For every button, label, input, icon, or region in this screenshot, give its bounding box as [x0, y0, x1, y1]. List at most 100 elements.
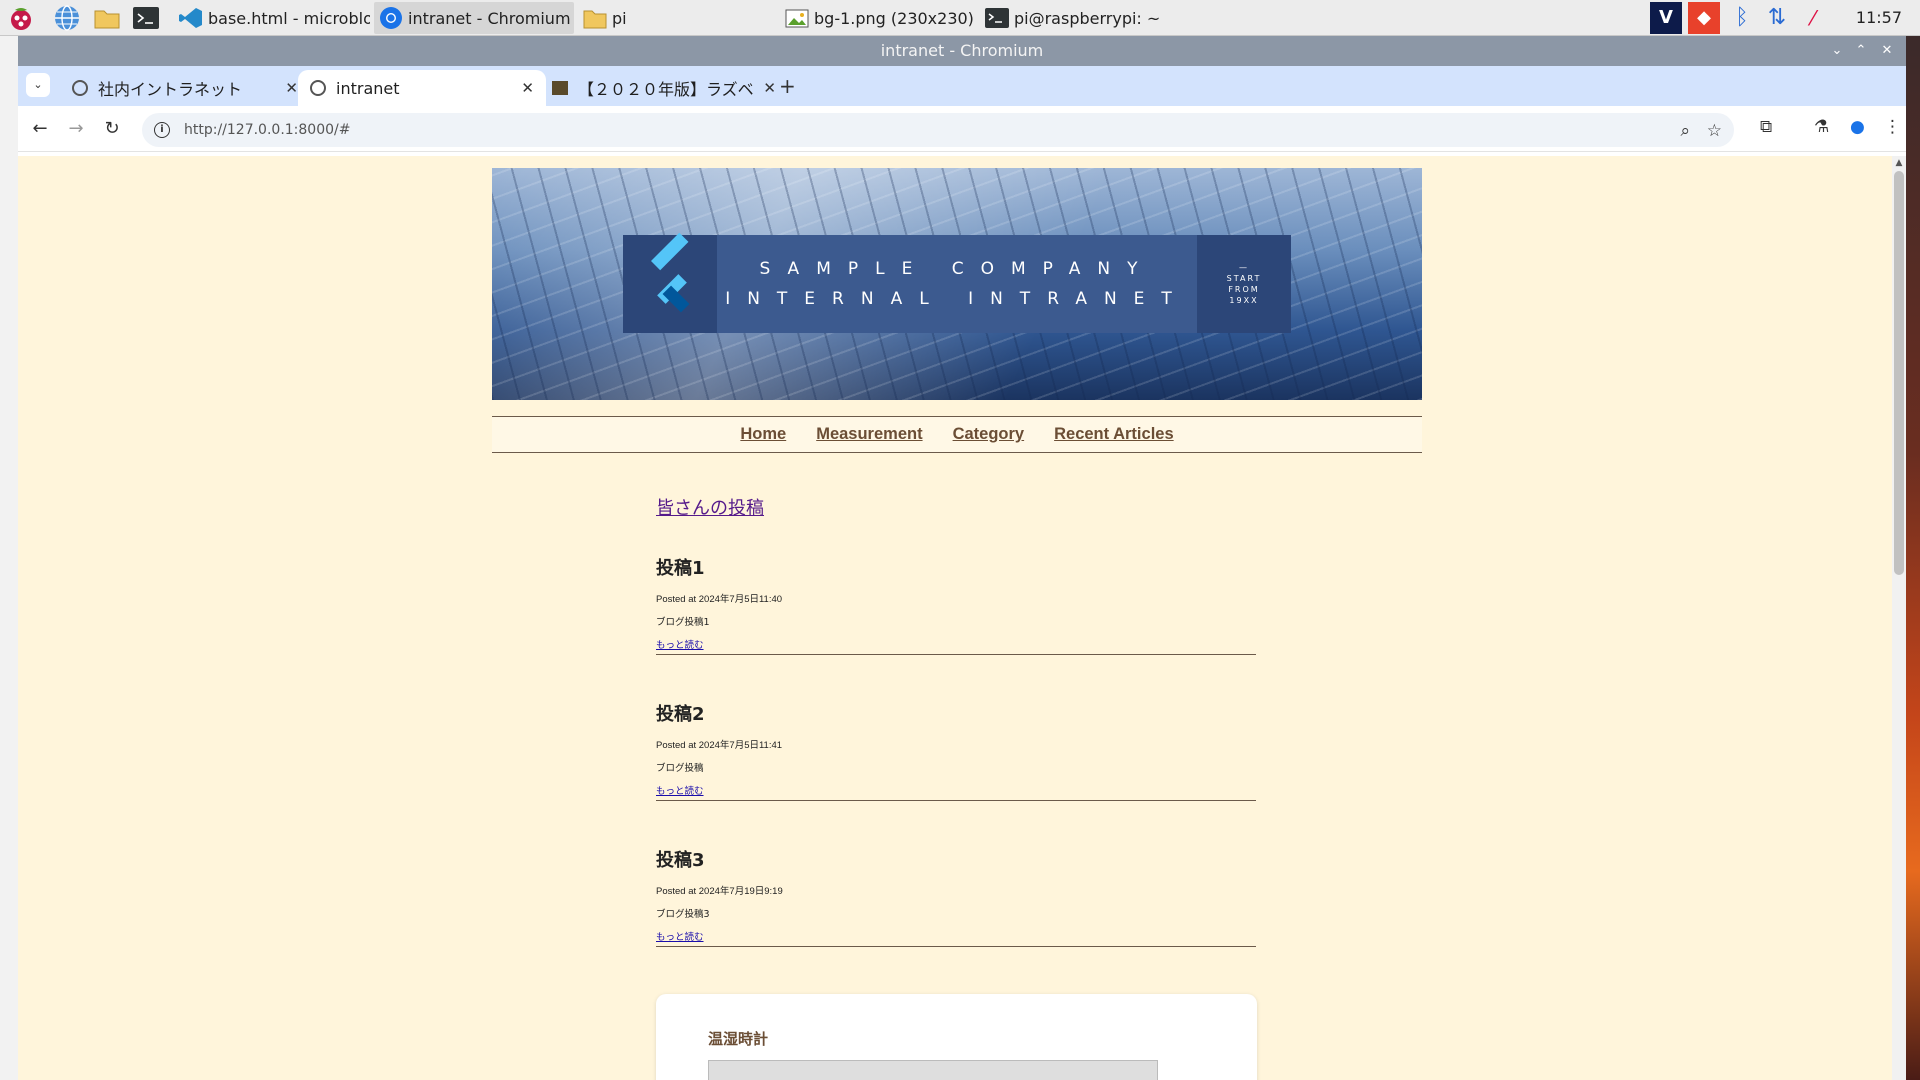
logo-side-line-1: START: [1226, 274, 1262, 283]
labs-flask-icon[interactable]: ⚗: [1814, 117, 1829, 137]
company-logo: SAMPLE COMPANY INTERNAL INTRANET — START…: [623, 232, 1291, 333]
url-text[interactable]: http://127.0.0.1:8000/#: [184, 113, 350, 147]
clock[interactable]: 11:57: [1856, 0, 1902, 36]
tab-search-chevron-icon[interactable]: ⌄: [26, 73, 50, 97]
raspberry-menu-icon[interactable]: [6, 3, 36, 33]
task-label: bg-1.png (230x230) ...: [814, 8, 974, 28]
task-image-viewer[interactable]: bg-1.png (230x230) ...: [780, 2, 974, 34]
reload-icon[interactable]: ↻: [100, 117, 124, 141]
vnc-icon[interactable]: V: [1650, 2, 1682, 34]
browser-toolbar: ← → ↻ i http://127.0.0.1:8000/# ⌕ ☆ ⧉ ⚗ …: [18, 106, 1906, 152]
chromium-window: intranet - Chromium ⌄ ⌃ ✕ ⌄ 社内イントラネット ✕ …: [18, 36, 1906, 1080]
globe-icon: [72, 80, 88, 96]
logo-side-line-3: 19XX: [1229, 296, 1259, 305]
bookmark-star-icon[interactable]: ☆: [1707, 121, 1722, 141]
tab-label: 【２０２０年版】ラズベ: [578, 80, 754, 99]
taskbar: base.html - microblo... intranet - Chrom…: [0, 0, 1920, 36]
logo-side-text: — START FROM 19XX: [1197, 235, 1291, 333]
window-title: intranet - Chromium: [880, 41, 1044, 60]
scroll-up-arrow-icon[interactable]: ▲: [1892, 158, 1906, 168]
main-nav: Home Measurement Category Recent Article…: [492, 416, 1422, 453]
menu-kebab-icon[interactable]: ⋮: [1884, 117, 1901, 137]
task-terminal[interactable]: pi@raspberrypi: ~: [980, 2, 1170, 34]
task-label: pi@raspberrypi: ~: [1014, 8, 1161, 28]
close-tab-icon[interactable]: ✕: [521, 79, 534, 97]
logo-text: SAMPLE COMPANY INTERNAL INTRANET: [717, 235, 1197, 333]
read-more-link[interactable]: もっと読む: [656, 929, 704, 943]
bluetooth-icon[interactable]: ᛒ: [1728, 2, 1756, 34]
system-tray: V ◆ ᛒ ⇅ ⁄: [1650, 0, 1828, 36]
nav-home[interactable]: Home: [740, 425, 786, 444]
globe-icon: [310, 80, 326, 96]
logo-side-line-2: FROM: [1228, 285, 1260, 294]
close-tab-icon[interactable]: ✕: [763, 79, 776, 97]
post-meta: Posted at 2024年7月5日11:41: [656, 740, 783, 751]
read-more-link[interactable]: もっと読む: [656, 637, 704, 651]
post-card: 投稿2 Posted at 2024年7月5日11:41 ブログ投稿 もっと読む: [656, 700, 1256, 801]
logo-line-1: SAMPLE COMPANY: [759, 259, 1155, 279]
nav-category[interactable]: Category: [953, 425, 1025, 444]
tab-raspberry-article[interactable]: 【２０２０年版】ラズベ ✕: [540, 70, 788, 106]
back-arrow-icon[interactable]: ←: [28, 117, 52, 141]
logo-line-2: INTERNAL INTRANET: [725, 289, 1189, 309]
volume-muted-icon[interactable]: ⁄: [1798, 2, 1828, 34]
tab-intranet[interactable]: intranet ✕: [298, 70, 546, 106]
zoom-icon[interactable]: ⌕: [1680, 121, 1690, 141]
post-meta: Posted at 2024年7月19日9:19: [656, 886, 783, 897]
post-body: ブログ投稿: [656, 763, 704, 774]
task-label: pi: [612, 8, 627, 28]
task-vscode[interactable]: base.html - microblo...: [174, 2, 370, 34]
posts-section-link[interactable]: 皆さんの投稿: [656, 494, 764, 520]
post-title: 投稿1: [656, 558, 705, 579]
tab-strip: ⌄ 社内イントラネット ✕ intranet ✕ 【２０２０年版】ラズベ ✕ +: [18, 66, 1906, 106]
desktop-background-left: [0, 36, 18, 1080]
desktop-background-right: [1905, 36, 1920, 1080]
new-tab-plus-icon[interactable]: +: [779, 74, 796, 98]
logo-side-dash: —: [1239, 263, 1249, 272]
extensions-puzzle-icon[interactable]: ⧉: [1760, 117, 1772, 137]
address-bar[interactable]: i http://127.0.0.1:8000/# ⌕ ☆: [142, 113, 1734, 147]
remote-access-icon[interactable]: ◆: [1688, 2, 1720, 34]
file-manager-icon[interactable]: [92, 3, 122, 33]
minimize-icon[interactable]: ⌄: [1826, 36, 1848, 66]
post-body: ブログ投稿1: [656, 617, 710, 628]
post-body: ブログ投稿3: [656, 909, 710, 920]
post-title: 投稿3: [656, 850, 705, 871]
tab-intranet-jp[interactable]: 社内イントラネット ✕: [60, 70, 310, 106]
chromium-icon: [380, 7, 402, 29]
post-title: 投稿2: [656, 704, 705, 725]
article-favicon-icon: [552, 81, 568, 95]
tab-label: 社内イントラネット: [98, 80, 243, 99]
maximize-icon[interactable]: ⌃: [1850, 36, 1872, 66]
nav-measurement[interactable]: Measurement: [816, 425, 922, 444]
task-label: base.html - microblo...: [208, 8, 370, 28]
profile-avatar-icon[interactable]: ●: [1850, 117, 1865, 137]
terminal-launcher-icon[interactable]: [131, 3, 161, 33]
post-meta: Posted at 2024年7月5日11:40: [656, 594, 783, 605]
post-card: 投稿1 Posted at 2024年7月5日11:40 ブログ投稿1 もっと読…: [656, 554, 1256, 655]
forward-arrow-icon[interactable]: →: [64, 117, 88, 141]
window-titlebar[interactable]: intranet - Chromium ⌄ ⌃ ✕: [18, 36, 1906, 66]
vertical-scrollbar[interactable]: ▲: [1892, 156, 1906, 1080]
task-chromium[interactable]: intranet - Chromium: [374, 2, 574, 34]
site-info-icon[interactable]: i: [154, 122, 170, 138]
browser-launcher-icon[interactable]: [52, 3, 82, 33]
nav-recent-articles[interactable]: Recent Articles: [1054, 425, 1174, 444]
terminal-icon: [985, 8, 1009, 28]
tab-label: intranet: [336, 78, 400, 98]
page-viewport[interactable]: SAMPLE COMPANY INTERNAL INTRANET — START…: [18, 156, 1906, 1080]
read-more-link[interactable]: もっと読む: [656, 783, 704, 797]
widget-title: 温湿時計: [708, 1030, 769, 1048]
image-icon: [785, 9, 809, 28]
vscode-icon: [179, 8, 202, 28]
network-icon[interactable]: ⇅: [1762, 2, 1792, 34]
flutter-logo-icon: [623, 232, 717, 333]
close-window-icon[interactable]: ✕: [1876, 36, 1898, 66]
header-banner: SAMPLE COMPANY INTERNAL INTRANET — START…: [492, 168, 1422, 400]
temperature-humidity-widget: 温湿時計: [656, 994, 1257, 1080]
task-file-manager[interactable]: pi: [578, 2, 768, 34]
post-card: 投稿3 Posted at 2024年7月19日9:19 ブログ投稿3 もっと読…: [656, 846, 1256, 947]
folder-icon: [583, 10, 607, 29]
close-tab-icon[interactable]: ✕: [285, 79, 298, 97]
scrollbar-thumb[interactable]: [1894, 171, 1904, 575]
